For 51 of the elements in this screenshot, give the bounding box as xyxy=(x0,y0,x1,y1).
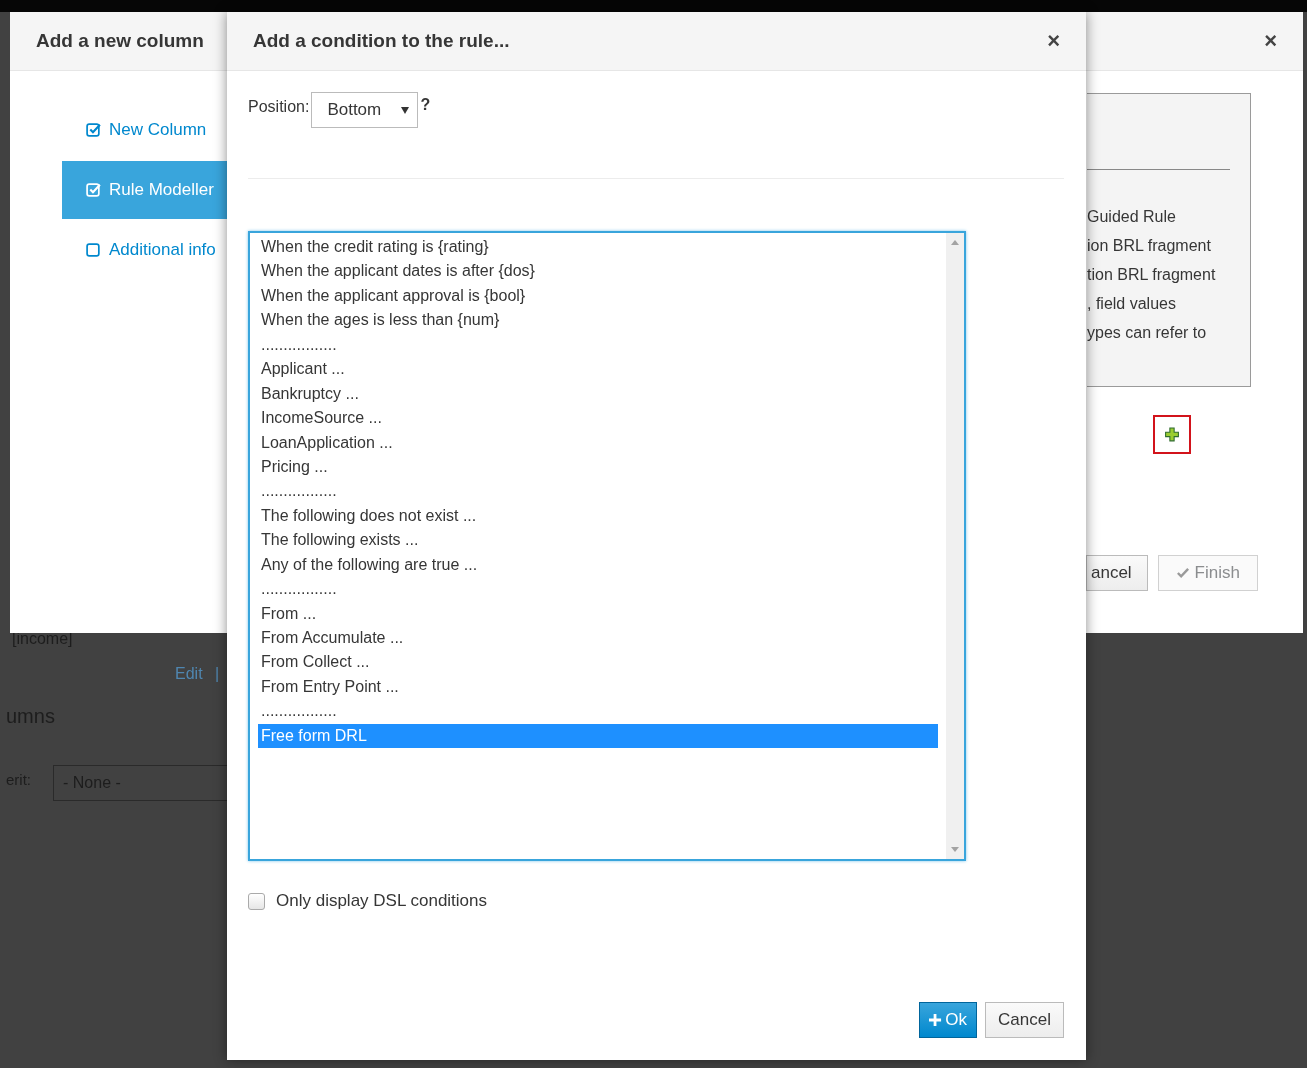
dialog-title: Add a condition to the rule... xyxy=(253,30,510,52)
list-option[interactable]: From Entry Point ... xyxy=(258,674,938,700)
info-text: , field values xyxy=(1087,294,1177,314)
position-label: Position: xyxy=(248,97,310,116)
list-option[interactable]: When the applicant approval is {bool} xyxy=(258,283,938,309)
list-option[interactable]: Any of the following are true ... xyxy=(258,552,938,578)
help-icon[interactable]: ? xyxy=(418,92,431,114)
check-icon xyxy=(1175,566,1190,580)
info-text: tion BRL fragment xyxy=(1087,265,1217,285)
close-button[interactable]: × xyxy=(1043,28,1064,54)
list-option[interactable]: IncomeSource ... xyxy=(258,406,938,431)
info-text: ypes can refer to xyxy=(1087,323,1208,343)
checkbox[interactable] xyxy=(248,892,265,910)
wizard-step[interactable]: Additional info xyxy=(62,221,227,279)
list-option[interactable]: When the credit rating is {rating} xyxy=(258,235,938,260)
plus-icon xyxy=(1164,426,1180,443)
checkbox-label: Only display DSL conditions xyxy=(276,891,488,911)
list-option[interactable]: When the applicant dates is after {dos} xyxy=(258,259,938,284)
info-text: Guided Rule xyxy=(1087,207,1177,227)
list-option[interactable]: From ... xyxy=(258,601,938,626)
list-option[interactable]: The following exists ... xyxy=(258,528,938,553)
wizard-step[interactable]: New Column xyxy=(62,101,227,159)
list-option[interactable]: Bankruptcy ... xyxy=(258,381,938,407)
list-option[interactable]: When the ages is less than {num} xyxy=(258,308,938,333)
list-option[interactable]: ................. xyxy=(258,479,938,504)
checkbox-icon xyxy=(86,242,101,258)
list-option[interactable]: From Collect ... xyxy=(258,650,938,675)
checked-box-icon xyxy=(86,122,101,138)
add-button[interactable] xyxy=(1153,415,1191,454)
condition-list[interactable] xyxy=(248,231,966,861)
info-text: ion BRL fragment xyxy=(1087,236,1212,256)
list-option[interactable]: Pricing ... xyxy=(258,454,938,480)
close-button[interactable]: × xyxy=(1260,28,1281,54)
list-option[interactable]: ................. xyxy=(258,699,938,724)
cancel-button[interactable]: ancel xyxy=(1086,555,1148,591)
scroll-down-icon xyxy=(951,847,959,852)
position-dropdown[interactable]: Bottom xyxy=(311,92,419,128)
list-option[interactable]: ................. xyxy=(258,577,938,602)
list-option[interactable]: Applicant ... xyxy=(258,357,938,382)
list-option[interactable]: ................. xyxy=(258,332,938,358)
list-option[interactable]: The following does not exist ... xyxy=(258,503,938,529)
caret-icon xyxy=(401,106,410,114)
cancel-button[interactable]: Cancel xyxy=(985,1002,1064,1038)
checked-box-icon xyxy=(86,182,101,198)
plus-icon xyxy=(929,1013,943,1027)
scroll-up-icon xyxy=(951,240,959,245)
scrollbar[interactable] xyxy=(946,233,964,859)
separator-text: | xyxy=(215,665,220,683)
list-option[interactable]: From Accumulate ... xyxy=(258,626,938,651)
dialog-title: Add a new column xyxy=(36,30,204,52)
list-option[interactable]: LoanApplication ... xyxy=(258,430,938,455)
